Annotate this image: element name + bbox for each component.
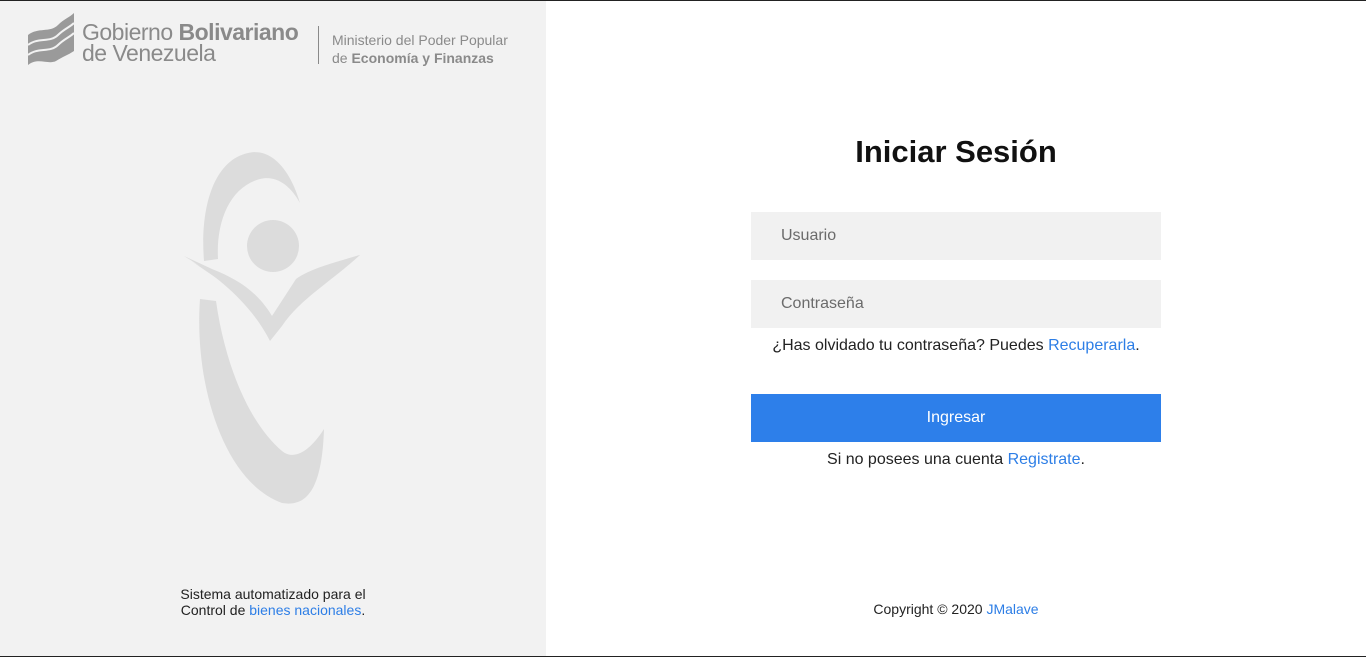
recover-password-link[interactable]: Recuperarla xyxy=(1048,337,1135,354)
person-emblem-icon xyxy=(184,152,360,504)
government-name: Gobierno Bolivariano de Venezuela xyxy=(82,19,299,66)
username-input[interactable] xyxy=(751,212,1161,260)
copyright-footer: Copyright © 2020 JMalave xyxy=(873,601,1039,617)
register-text: Si no posees una cuenta Registrate. xyxy=(827,451,1085,468)
ministry-name: Ministerio del Poder Popular de Economía… xyxy=(332,32,508,66)
login-panel: Iniciar Sesión ¿Has olvidado tu contrase… xyxy=(546,1,1366,656)
bienes-nacionales-link[interactable]: bienes nacionales xyxy=(249,602,361,618)
password-input[interactable] xyxy=(751,280,1161,328)
register-link[interactable]: Registrate xyxy=(1008,451,1081,468)
page-title: Iniciar Sesión xyxy=(855,134,1057,169)
forgot-password-text: ¿Has olvidado tu contraseña? Puedes Recu… xyxy=(772,337,1140,354)
logo-divider xyxy=(318,26,319,64)
venezuela-flag-icon xyxy=(27,13,75,65)
login-button[interactable]: Ingresar xyxy=(751,394,1161,442)
system-description: Sistema automatizado para el Control de … xyxy=(180,586,366,618)
left-panel: Gobierno Bolivariano de Venezuela Minist… xyxy=(0,1,546,656)
author-link[interactable]: JMalave xyxy=(986,601,1038,617)
government-logo: Gobierno Bolivariano de Venezuela Minist… xyxy=(26,11,526,71)
